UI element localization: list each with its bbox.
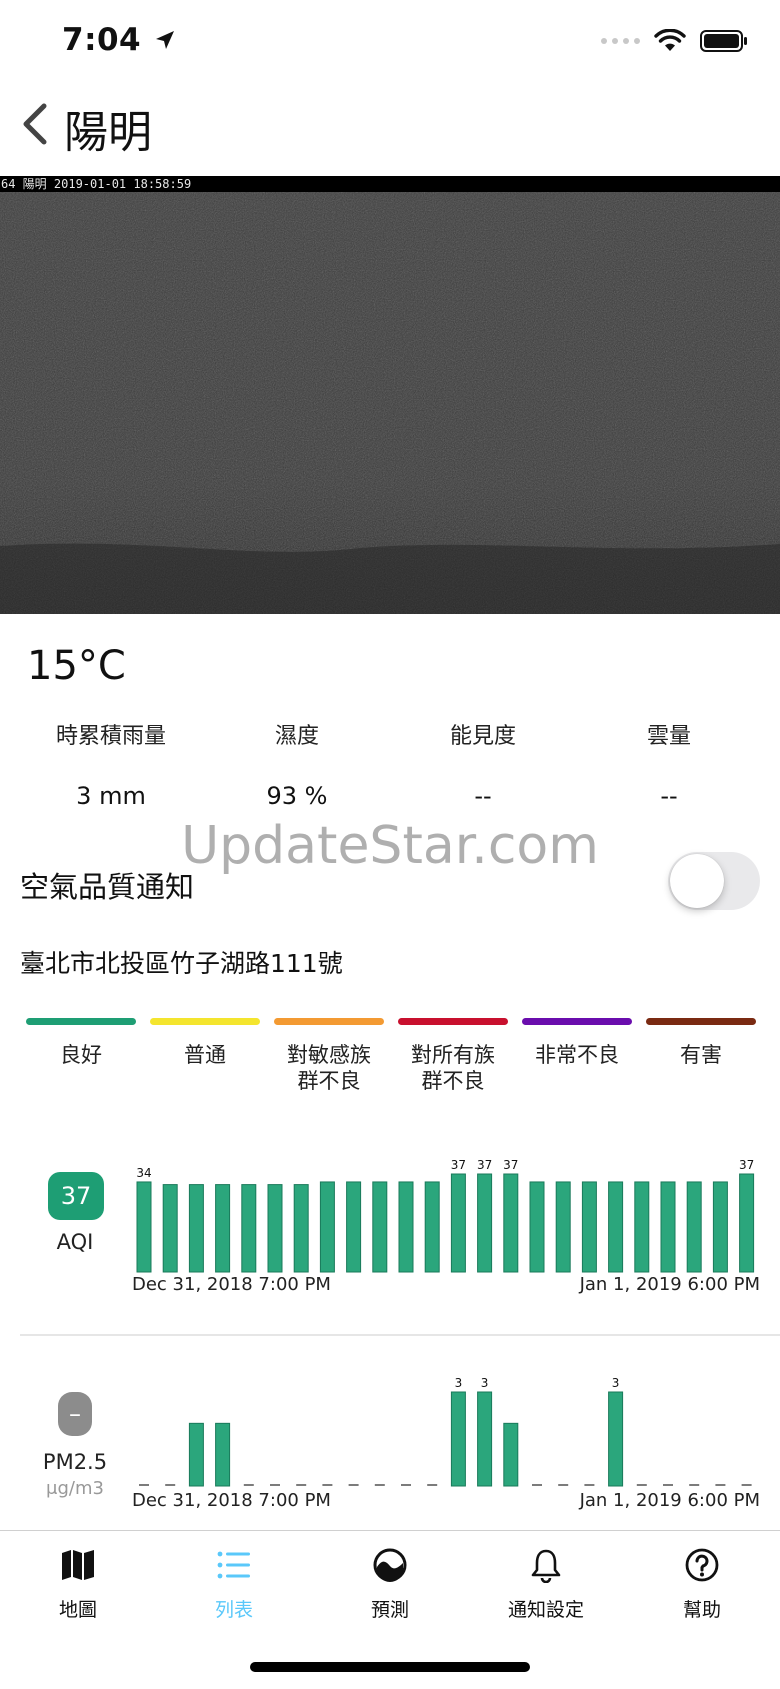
pm25-data-label: 3	[455, 1376, 463, 1390]
aqi-bar	[739, 1173, 755, 1273]
aqi-data-label: 37	[503, 1158, 518, 1172]
status-time: 7:04	[62, 22, 176, 58]
tab-map-label: 地圖	[58, 1599, 97, 1621]
aqi-bar	[477, 1173, 493, 1273]
tab-notify-settings[interactable]: 通知設定	[468, 1531, 624, 1641]
legend-bar-moderate	[150, 1018, 260, 1025]
pm25-bar	[188, 1422, 204, 1487]
aqi-bar	[162, 1184, 178, 1273]
aqi-bar	[241, 1184, 257, 1273]
legend-label-moderate: 普通	[184, 1043, 226, 1067]
legend-bar-very-unhealthy	[522, 1018, 632, 1025]
aqi-bar	[503, 1173, 519, 1273]
legend-bar-good	[26, 1018, 136, 1025]
aqi-bar	[450, 1173, 466, 1273]
aqi-bar	[660, 1181, 676, 1273]
visibility-value: --	[474, 782, 492, 810]
status-time-text: 7:04	[62, 22, 142, 58]
home-indicator	[250, 1662, 530, 1672]
tab-help[interactable]: 幫助	[624, 1531, 780, 1641]
section-divider	[20, 1334, 780, 1336]
aqi-bar	[293, 1184, 309, 1273]
tab-map[interactable]: 地圖	[0, 1531, 156, 1641]
aqi-x-start: Dec 31, 2018 7:00 PM	[132, 1274, 331, 1295]
pm25-bar	[503, 1422, 519, 1487]
status-icons	[601, 26, 748, 56]
map-icon	[62, 1550, 94, 1580]
bell-icon	[531, 1549, 561, 1583]
rain-value: 3 mm	[76, 782, 146, 810]
tab-list[interactable]: 列表	[156, 1531, 312, 1641]
temperature: 15°C	[27, 643, 126, 689]
legend-label-unhealthy: 對所有族 群不良	[411, 1043, 495, 1093]
aqi-bar	[712, 1181, 728, 1273]
aqi-bar	[529, 1181, 545, 1273]
tab-forecast[interactable]: 預測	[312, 1531, 468, 1641]
legend-bar-hazardous	[646, 1018, 756, 1025]
cloud-label: 雲量	[646, 724, 691, 749]
wifi-icon	[654, 29, 686, 51]
pm25-bar	[608, 1391, 624, 1487]
aqi-bar	[424, 1181, 440, 1273]
tab-help-label: 幫助	[682, 1599, 721, 1621]
aqi-bar	[608, 1181, 624, 1273]
tab-list-label: 列表	[214, 1599, 253, 1621]
visibility-label: 能見度	[449, 724, 516, 749]
air-quality-notify-label: 空氣品質通知	[20, 870, 195, 904]
back-button[interactable]	[14, 96, 60, 152]
pm25-bar	[477, 1391, 493, 1487]
camera-image: 64 陽明 2019-01-01 18:58:59	[0, 176, 780, 614]
location-arrow-icon	[156, 31, 175, 49]
humidity-value: 93 %	[266, 782, 328, 810]
pm25-data-label: 3	[481, 1376, 489, 1390]
cellular-signal-icon	[601, 38, 640, 44]
legend-label-good: 良好	[60, 1043, 102, 1067]
air-quality-notify-toggle[interactable]	[668, 852, 760, 910]
aqi-data-label: 37	[739, 1158, 754, 1172]
rain-label: 時累積雨量	[55, 724, 166, 749]
aqi-data-label: 34	[136, 1166, 151, 1180]
aqi-bar	[136, 1181, 152, 1273]
aqi-x-end: Jan 1, 2019 6:00 PM	[579, 1274, 760, 1295]
legend-bar-sensitive	[274, 1018, 384, 1025]
pm25-data-label: 3	[612, 1376, 620, 1390]
camera-noise	[0, 176, 780, 614]
aqi-bar	[398, 1181, 414, 1273]
aqi-data-label: 37	[451, 1158, 466, 1172]
aqi-bar	[346, 1181, 362, 1273]
legend-label-sensitive: 對敏感族 群不良	[287, 1043, 371, 1093]
pm25-x-start: Dec 31, 2018 7:00 PM	[132, 1490, 331, 1511]
toggle-knob	[670, 854, 724, 908]
aqi-bar	[319, 1181, 335, 1273]
legend-label-very-unhealthy: 非常不良	[535, 1043, 619, 1067]
aqi-bar	[267, 1184, 283, 1273]
list-icon	[217, 1551, 250, 1579]
help-icon	[685, 1548, 719, 1582]
aqi-data-label: 37	[477, 1158, 492, 1172]
page-title: 陽明	[64, 107, 152, 158]
pm25-bar	[450, 1391, 466, 1487]
pm25-chart: 3 3 3	[139, 1376, 752, 1487]
aqi-bar	[188, 1184, 204, 1273]
camera-timestamp: 64 陽明 2019-01-01 18:58:59	[0, 176, 780, 192]
aqi-chart: 34 37 37 37 37	[136, 1158, 755, 1273]
address: 臺北市北投區竹子湖路111號	[20, 949, 343, 978]
aqi-bar	[634, 1181, 650, 1273]
aqi-bar	[555, 1181, 571, 1273]
legend-label-hazardous: 有害	[680, 1043, 722, 1067]
tab-notify-settings-label: 通知設定	[507, 1599, 584, 1621]
aqi-bar	[372, 1181, 388, 1273]
tab-forecast-label: 預測	[370, 1599, 409, 1621]
humidity-label: 濕度	[274, 724, 319, 749]
cloud-value: --	[660, 782, 678, 810]
aqi-bar	[581, 1181, 597, 1273]
aqi-bar	[686, 1181, 702, 1273]
battery-icon	[700, 30, 747, 52]
chevron-left-icon	[23, 103, 47, 145]
pm25-bar	[215, 1422, 231, 1487]
pm25-x-end: Jan 1, 2019 6:00 PM	[579, 1490, 760, 1511]
legend-bar-unhealthy	[398, 1018, 508, 1025]
aqi-bar	[215, 1184, 231, 1273]
forecast-icon	[373, 1548, 407, 1582]
